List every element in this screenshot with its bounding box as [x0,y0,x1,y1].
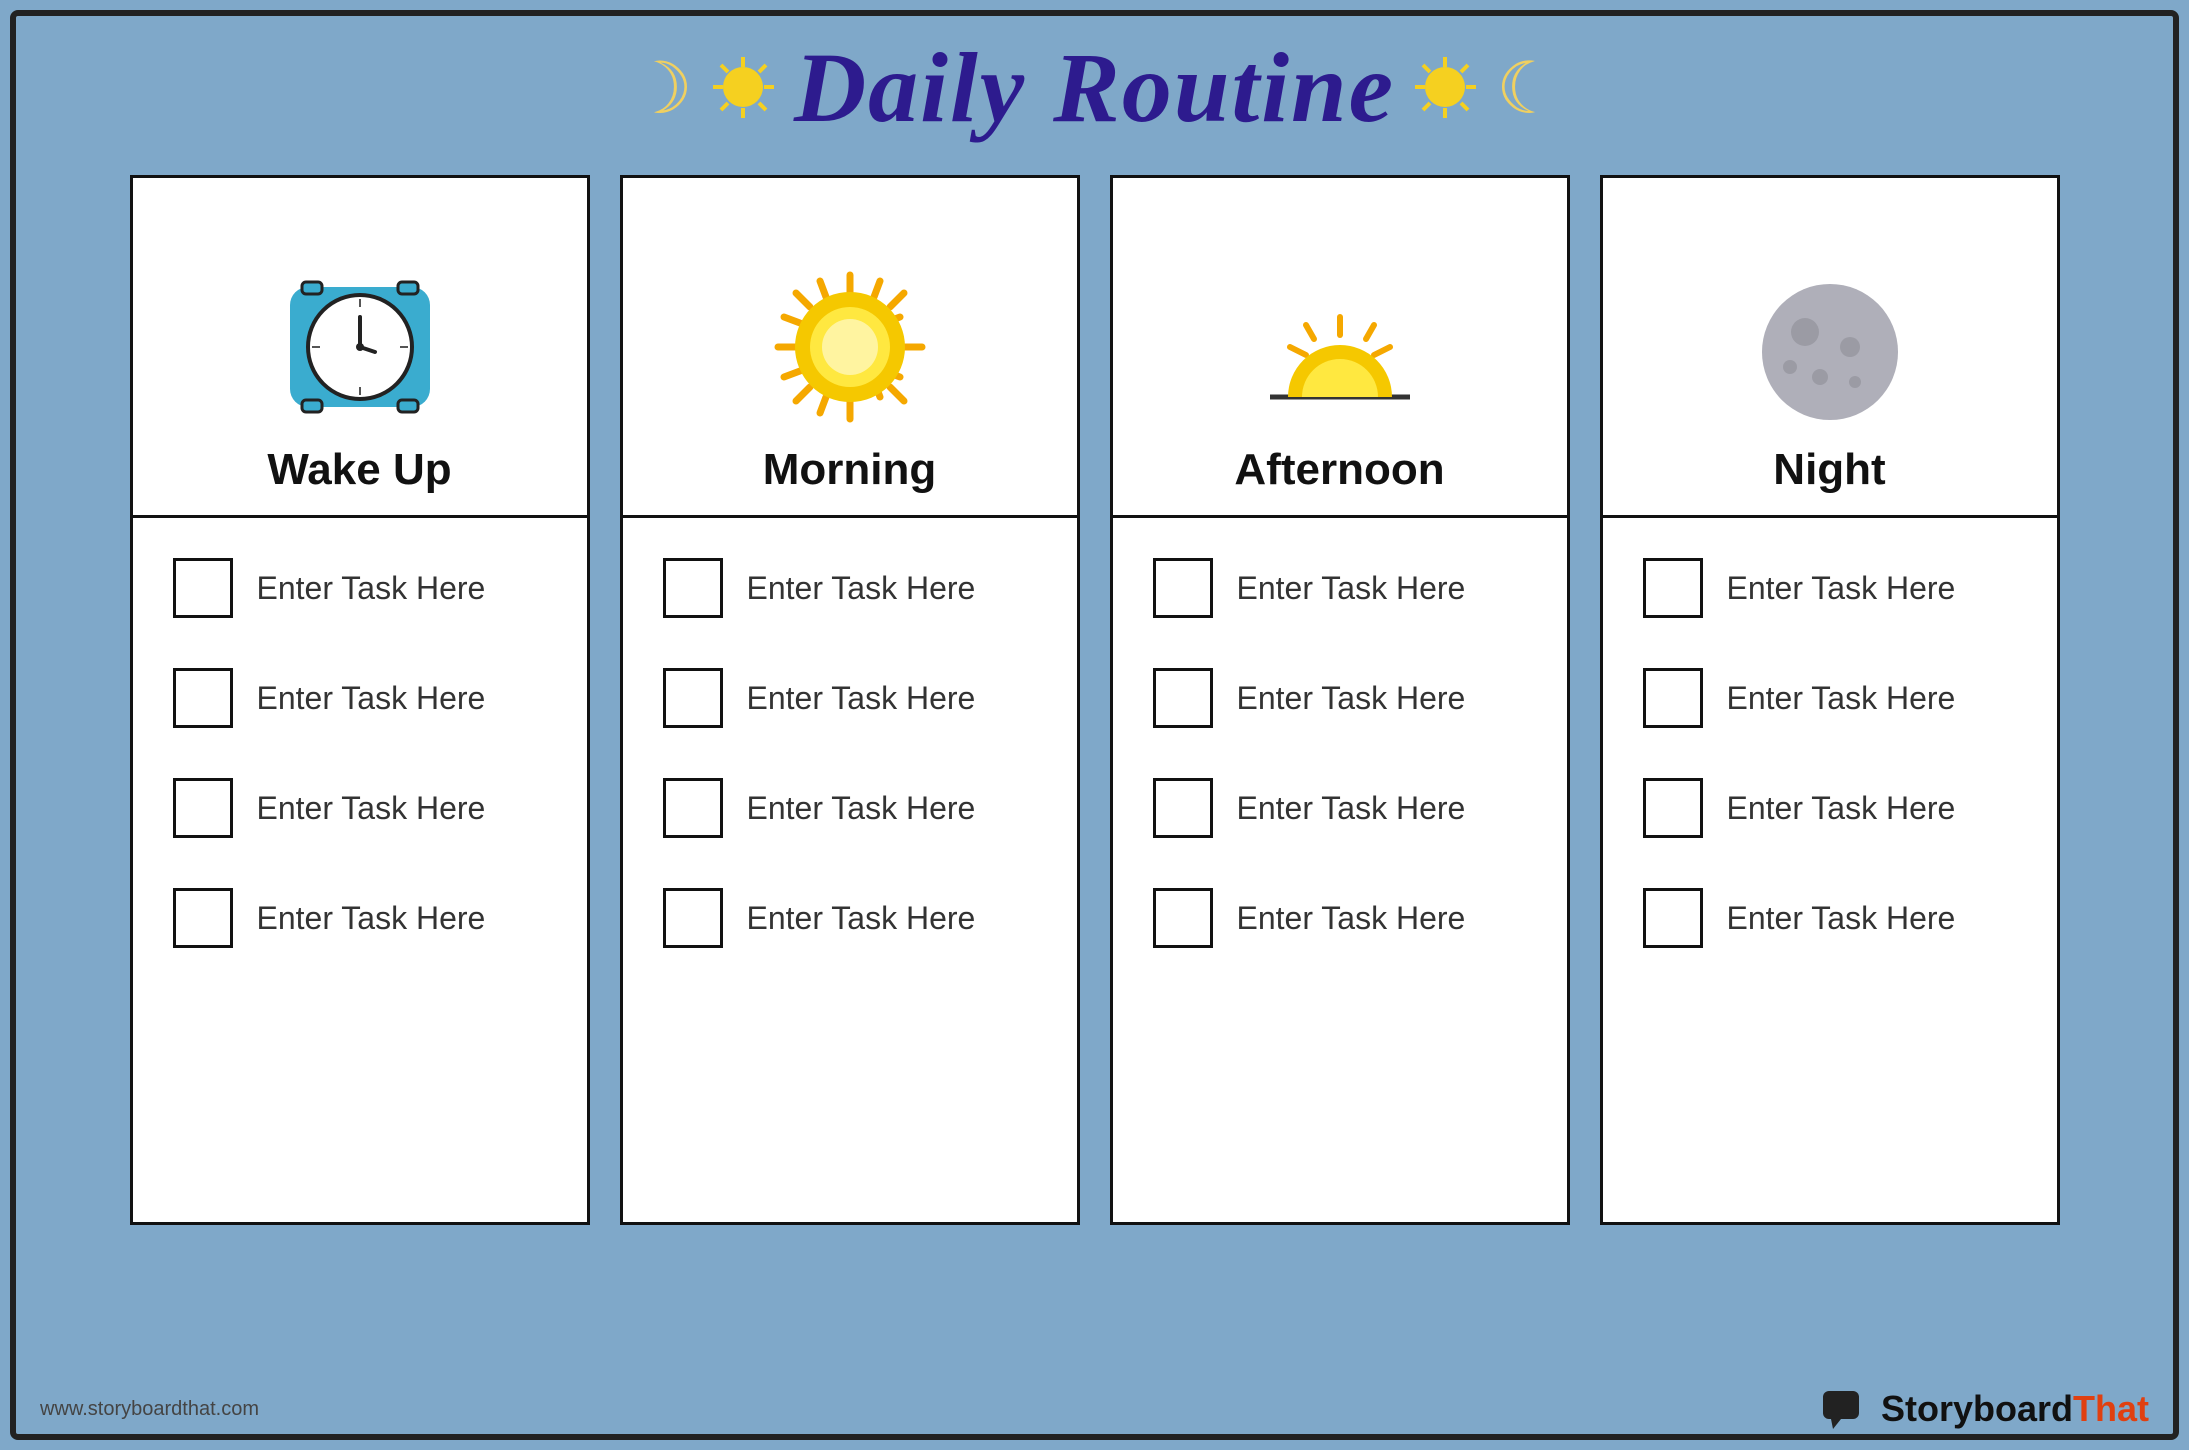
outer-border [10,10,2179,1440]
footer-url: www.storyboardthat.com [40,1398,259,1421]
footer-brand: StoryboardThat [1821,1388,2149,1430]
brand-text: StoryboardThat [1881,1388,2149,1430]
footer: www.storyboardthat.com StoryboardThat [40,1388,2149,1430]
brand-icon [1821,1389,1871,1429]
